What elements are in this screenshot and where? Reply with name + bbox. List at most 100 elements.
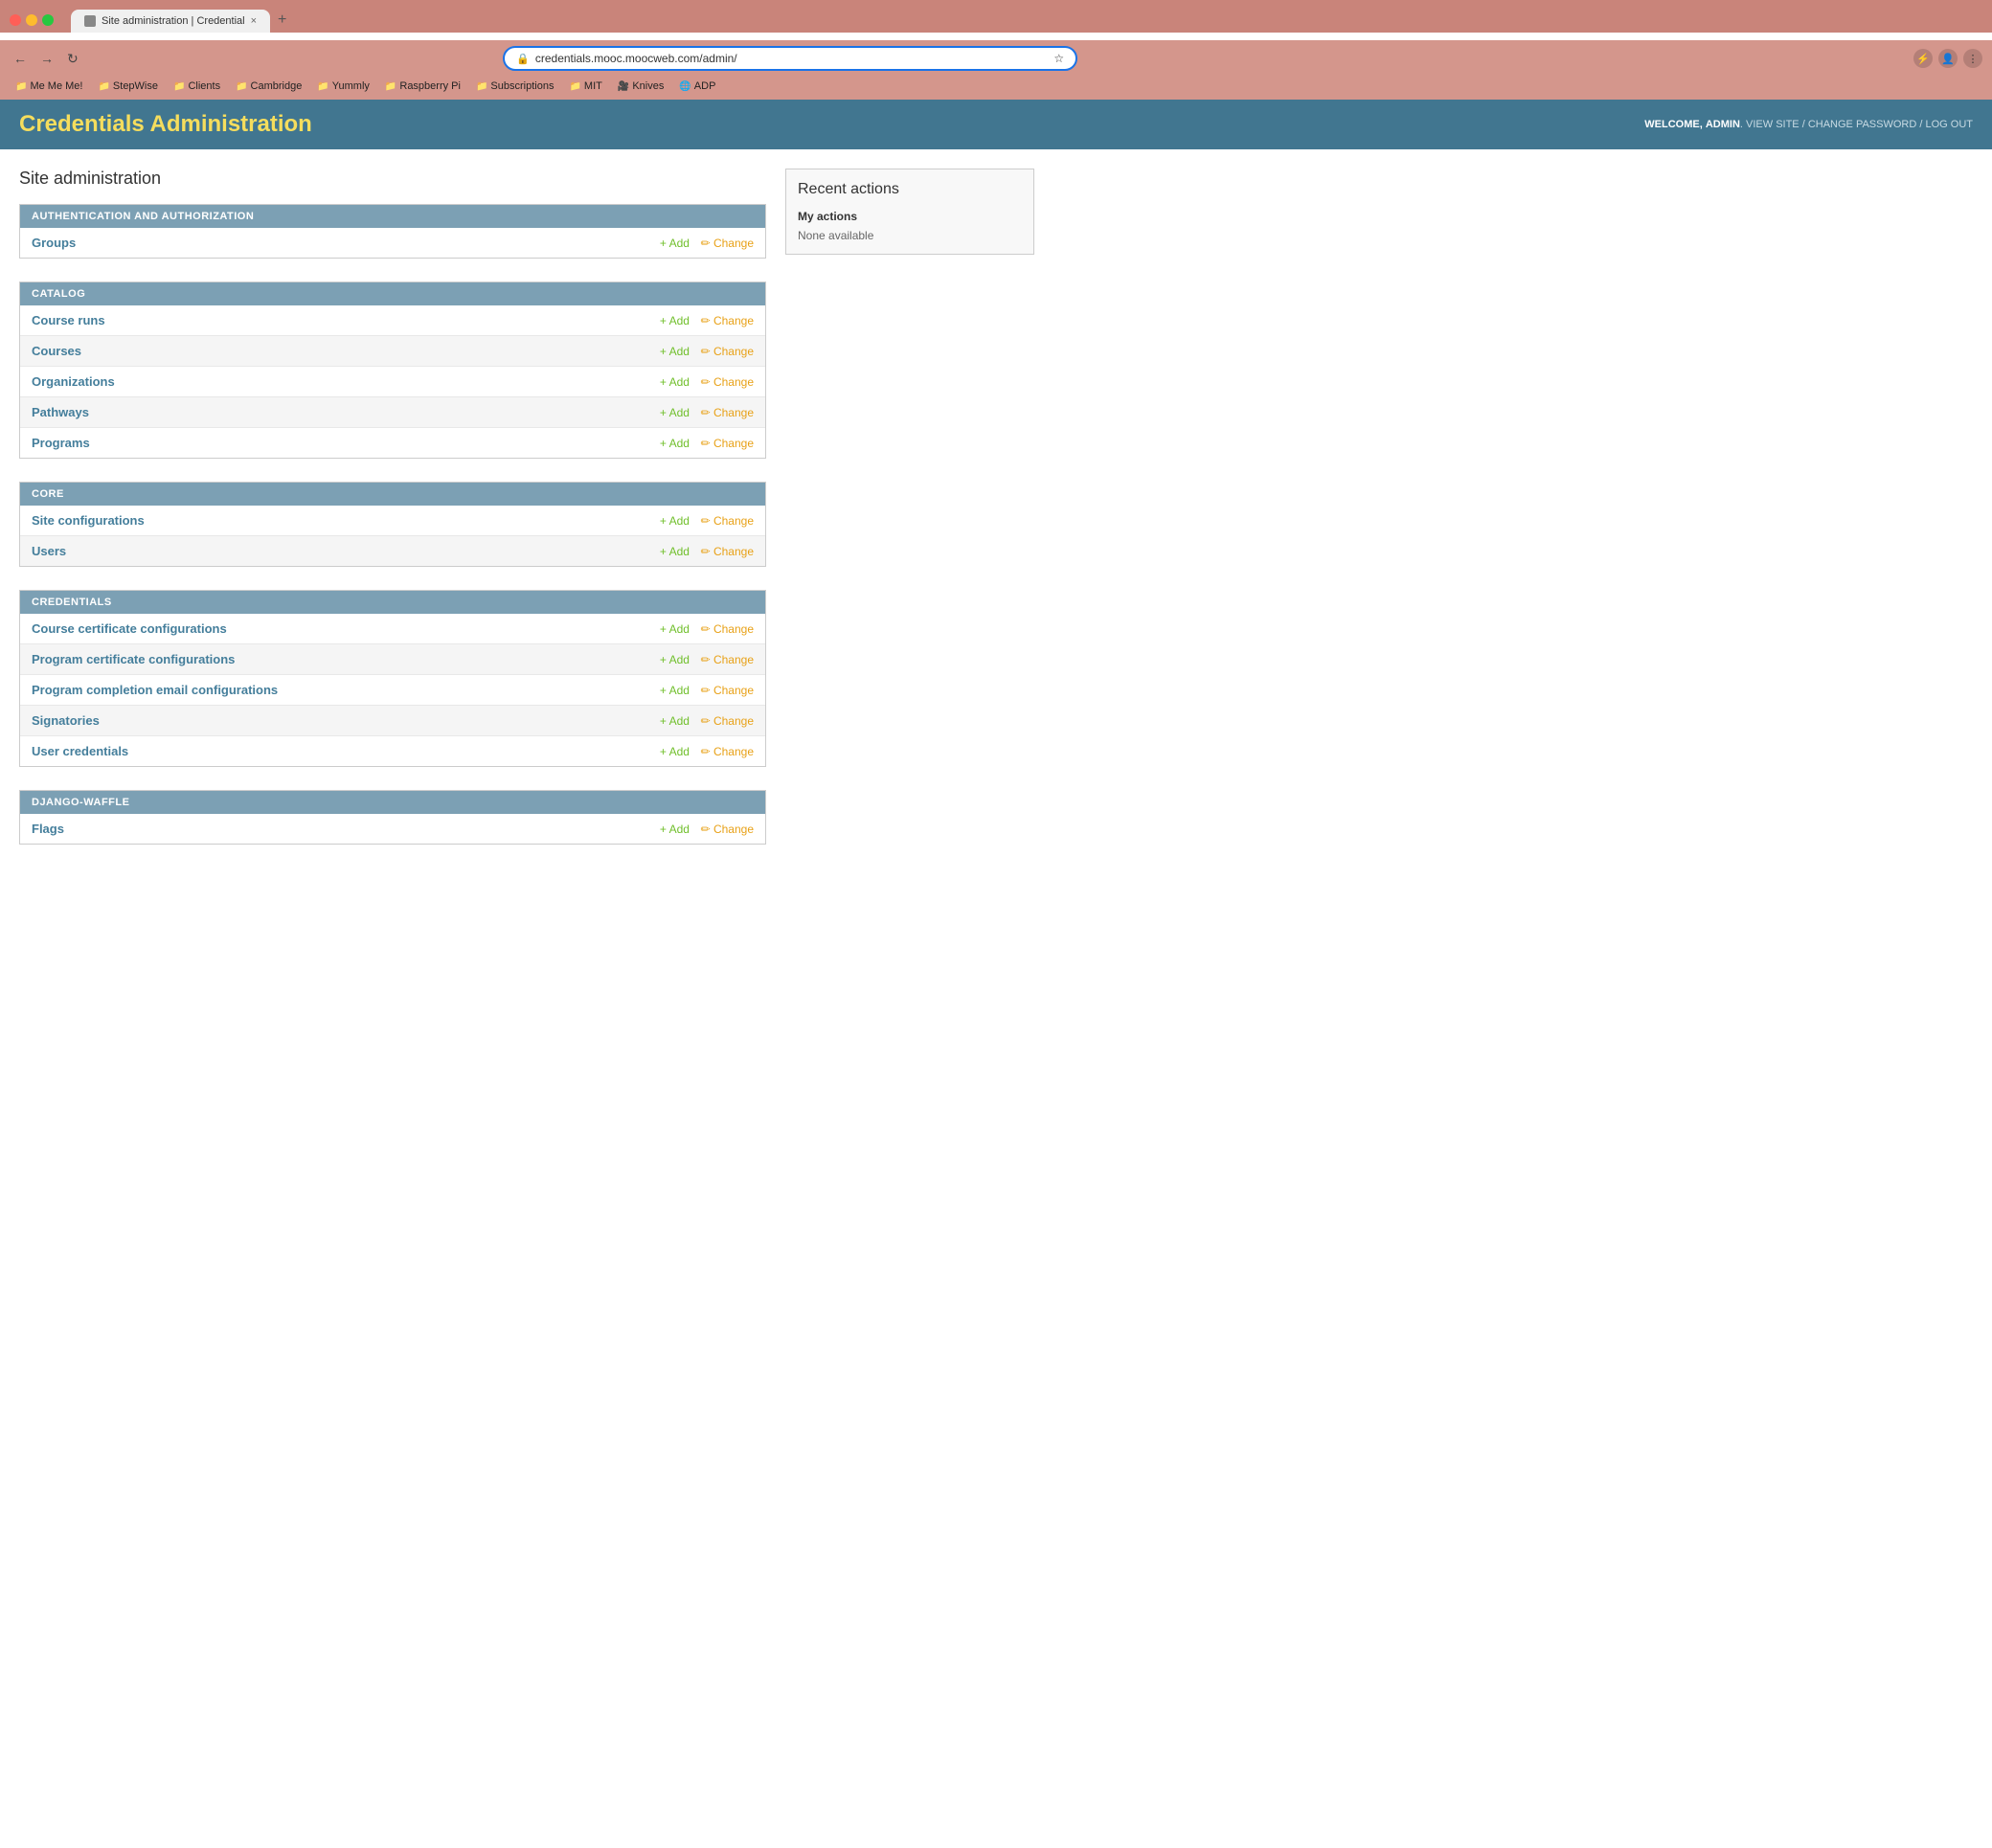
back-button[interactable]: ← xyxy=(10,47,31,70)
extensions-icon[interactable]: ⚡ xyxy=(1913,49,1933,68)
add-flags-link[interactable]: + Add xyxy=(660,823,690,836)
change-signatories-link[interactable]: ✏ Change xyxy=(701,714,754,728)
model-actions-organizations: + Add ✏ Change xyxy=(374,367,765,397)
menu-icon[interactable]: ⋮ xyxy=(1963,49,1982,68)
add-groups-link[interactable]: + Add xyxy=(660,237,690,250)
change-program-cert-configs-link[interactable]: ✏ Change xyxy=(701,653,754,666)
table-row: Pathways + Add ✏ Change xyxy=(20,397,765,428)
add-programs-link[interactable]: + Add xyxy=(660,437,690,450)
table-row: Programs + Add ✏ Change xyxy=(20,428,765,459)
close-button[interactable] xyxy=(10,14,21,26)
address-bar[interactable]: 🔒 ☆ xyxy=(503,46,1077,71)
model-link-groups[interactable]: Groups xyxy=(32,236,76,250)
add-user-credentials-link[interactable]: + Add xyxy=(660,745,690,758)
model-link-programs[interactable]: Programs xyxy=(32,436,90,450)
module-header-core: CORE xyxy=(20,483,765,506)
model-link-user-credentials[interactable]: User credentials xyxy=(32,744,128,758)
bookmark-adp[interactable]: 🌐 ADP xyxy=(673,79,721,94)
table-row: Program certificate configurations + Add… xyxy=(20,644,765,675)
module-django-waffle: DJANGO-WAFFLE Flags + Add ✏ Change xyxy=(19,790,766,845)
change-groups-link[interactable]: ✏ Change xyxy=(701,237,754,250)
welcome-prefix: WELCOME, xyxy=(1644,119,1703,130)
change-courses-link[interactable]: ✏ Change xyxy=(701,345,754,358)
model-link-program-completion-email[interactable]: Program completion email configurations xyxy=(32,683,278,697)
module-table-django-waffle: Flags + Add ✏ Change xyxy=(20,814,765,844)
add-courses-link[interactable]: + Add xyxy=(660,345,690,358)
model-actions-groups: + Add ✏ Change xyxy=(292,228,765,258)
add-program-cert-configs-link[interactable]: + Add xyxy=(660,653,690,666)
change-course-cert-configs-link[interactable]: ✏ Change xyxy=(701,622,754,636)
table-row: User credentials + Add ✏ Change xyxy=(20,736,765,767)
bookmark-label: StepWise xyxy=(113,80,158,92)
logout-link[interactable]: LOG OUT xyxy=(1925,119,1973,130)
model-link-course-runs[interactable]: Course runs xyxy=(32,313,105,327)
bookmark-star-icon[interactable]: ☆ xyxy=(1053,52,1064,65)
bookmark-knives[interactable]: 🎥 Knives xyxy=(612,79,669,94)
add-signatories-link[interactable]: + Add xyxy=(660,714,690,728)
active-tab[interactable]: Site administration | Credential × xyxy=(71,10,270,33)
model-link-organizations[interactable]: Organizations xyxy=(32,374,115,389)
bookmark-label: Me Me Me! xyxy=(30,80,82,92)
change-site-configurations-link[interactable]: ✏ Change xyxy=(701,514,754,528)
add-program-completion-email-link[interactable]: + Add xyxy=(660,684,690,697)
url-input[interactable] xyxy=(535,52,1049,65)
model-link-course-cert-configs[interactable]: Course certificate configurations xyxy=(32,621,227,636)
tab-bar: Site administration | Credential × + xyxy=(71,8,294,33)
bookmark-yummly[interactable]: 📁 Yummly xyxy=(311,79,375,94)
recent-actions-title: Recent actions xyxy=(798,181,1022,198)
bookmark-icon: 📁 xyxy=(476,81,487,92)
model-link-users[interactable]: Users xyxy=(32,544,66,558)
module-title-django-waffle: DJANGO-WAFFLE xyxy=(32,797,129,808)
table-row: Signatories + Add ✏ Change xyxy=(20,706,765,736)
change-users-link[interactable]: ✏ Change xyxy=(701,545,754,558)
model-link-signatories[interactable]: Signatories xyxy=(32,713,100,728)
change-user-credentials-link[interactable]: ✏ Change xyxy=(701,745,754,758)
bookmark-label: Cambridge xyxy=(251,80,303,92)
change-program-completion-email-link[interactable]: ✏ Change xyxy=(701,684,754,697)
bookmark-subscriptions[interactable]: 📁 Subscriptions xyxy=(470,79,560,94)
bookmark-mit[interactable]: 📁 MIT xyxy=(563,79,607,94)
view-site-link[interactable]: VIEW SITE xyxy=(1746,119,1800,130)
module-table-credentials: Course certificate configurations + Add … xyxy=(20,614,765,766)
module-core: CORE Site configurations + Add ✏ Change … xyxy=(19,482,766,567)
bookmark-stepwise[interactable]: 📁 StepWise xyxy=(92,79,164,94)
bookmarks-bar: 📁 Me Me Me! 📁 StepWise 📁 Clients 📁 Cambr… xyxy=(0,77,1992,100)
module-table-catalog: Course runs + Add ✏ Change Courses + Add… xyxy=(20,305,765,458)
add-organizations-link[interactable]: + Add xyxy=(660,375,690,389)
change-course-runs-link[interactable]: ✏ Change xyxy=(701,314,754,327)
bookmark-icon: 📁 xyxy=(236,81,247,92)
bookmark-memememe[interactable]: 📁 Me Me Me! xyxy=(10,79,88,94)
admin-title[interactable]: Credentials Administration xyxy=(19,111,312,138)
change-password-link[interactable]: CHANGE PASSWORD xyxy=(1808,119,1916,130)
module-header-auth: AUTHENTICATION AND AUTHORIZATION xyxy=(20,205,765,228)
page-wrapper: Credentials Administration WELCOME, ADMI… xyxy=(0,100,1992,887)
tab-title: Site administration | Credential xyxy=(102,15,245,27)
bookmark-clients[interactable]: 📁 Clients xyxy=(168,79,226,94)
maximize-button[interactable] xyxy=(42,14,54,26)
bookmark-icon: 📁 xyxy=(173,81,185,92)
bookmark-raspberrypi[interactable]: 📁 Raspberry Pi xyxy=(379,79,466,94)
admin-header: Credentials Administration WELCOME, ADMI… xyxy=(0,100,1992,149)
new-tab-button[interactable]: + xyxy=(270,8,294,33)
model-link-program-cert-configs[interactable]: Program certificate configurations xyxy=(32,652,235,666)
change-programs-link[interactable]: ✏ Change xyxy=(701,437,754,450)
change-organizations-link[interactable]: ✏ Change xyxy=(701,375,754,389)
model-link-site-configurations[interactable]: Site configurations xyxy=(32,513,145,528)
add-site-configurations-link[interactable]: + Add xyxy=(660,514,690,528)
tab-close-button[interactable]: × xyxy=(251,15,257,27)
module-header-credentials: CREDENTIALS xyxy=(20,591,765,614)
change-pathways-link[interactable]: ✏ Change xyxy=(701,406,754,419)
add-course-cert-configs-link[interactable]: + Add xyxy=(660,622,690,636)
reload-button[interactable]: ↻ xyxy=(63,47,82,71)
model-link-courses[interactable]: Courses xyxy=(32,344,81,358)
add-users-link[interactable]: + Add xyxy=(660,545,690,558)
profile-icon[interactable]: 👤 xyxy=(1938,49,1958,68)
change-flags-link[interactable]: ✏ Change xyxy=(701,823,754,836)
forward-button[interactable]: → xyxy=(36,47,57,70)
model-link-pathways[interactable]: Pathways xyxy=(32,405,89,419)
model-link-flags[interactable]: Flags xyxy=(32,822,64,836)
minimize-button[interactable] xyxy=(26,14,37,26)
bookmark-cambridge[interactable]: 📁 Cambridge xyxy=(230,79,307,94)
add-course-runs-link[interactable]: + Add xyxy=(660,314,690,327)
add-pathways-link[interactable]: + Add xyxy=(660,406,690,419)
